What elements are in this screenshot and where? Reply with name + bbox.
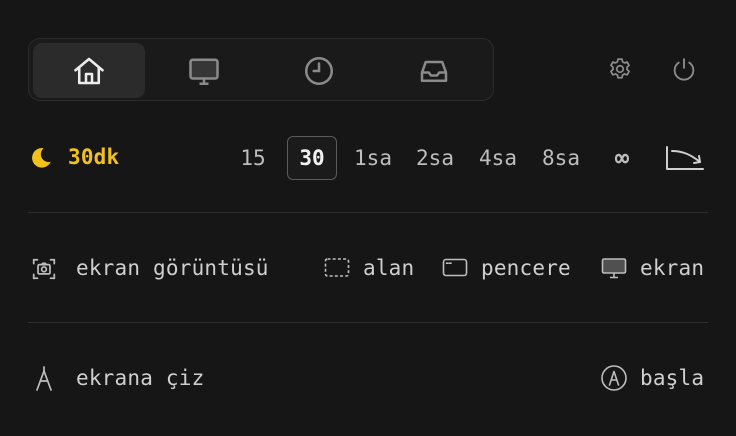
timer-option-infinite[interactable]: ∞ xyxy=(606,136,638,180)
capture-area-button[interactable]: alan xyxy=(324,250,418,286)
moon-icon xyxy=(28,145,54,171)
monitor-icon xyxy=(186,53,222,89)
capture-window-button[interactable]: pencere xyxy=(442,250,582,286)
tab-inbox[interactable] xyxy=(378,43,490,98)
window-icon xyxy=(442,257,468,279)
home-icon xyxy=(71,53,107,89)
timer-option-2sa[interactable]: 2sa xyxy=(412,136,458,180)
dashed-selection-icon xyxy=(324,257,350,279)
power-button[interactable] xyxy=(667,52,701,86)
clock-icon xyxy=(301,53,337,89)
timer-option-30[interactable]: 30 xyxy=(287,136,337,180)
tab-home[interactable] xyxy=(33,43,145,98)
draw-label: ekrana çiz xyxy=(76,366,205,390)
screenshot-label: ekran görüntüsü xyxy=(76,256,269,280)
timer-current: 30dk xyxy=(68,145,120,169)
capture-area-label: alan xyxy=(363,256,415,280)
capture-window-label: pencere xyxy=(481,256,571,280)
capture-screen-label: ekran xyxy=(640,256,705,280)
timer-row: 30dk 15 30 1sa 2sa 4sa 8sa ∞ xyxy=(28,136,708,180)
power-icon xyxy=(670,55,698,83)
divider xyxy=(28,212,708,213)
gear-icon xyxy=(606,55,634,83)
settings-button[interactable] xyxy=(603,52,637,86)
tab-history[interactable] xyxy=(263,43,375,98)
tab-bar xyxy=(28,38,494,101)
timer-option-15[interactable]: 15 xyxy=(233,136,273,180)
camera-icon xyxy=(31,256,57,282)
pen-circle-icon xyxy=(600,364,628,392)
tab-display[interactable] xyxy=(148,43,260,98)
capture-screen-button[interactable]: ekran xyxy=(601,250,708,286)
draw-row: ekrana çiz başla xyxy=(28,360,708,396)
app-panel: 30dk 15 30 1sa 2sa 4sa 8sa ∞ ekran görün… xyxy=(0,0,736,436)
draw-start-button[interactable]: başla xyxy=(600,360,708,396)
screenshot-row: ekran görüntüsü alan pencere ekran xyxy=(28,250,708,286)
timer-option-8sa[interactable]: 8sa xyxy=(538,136,584,180)
inbox-tray-icon xyxy=(416,53,452,89)
monitor-icon xyxy=(601,257,627,279)
compass-pen-icon xyxy=(32,365,56,393)
divider xyxy=(28,322,708,323)
trend-down-arrow-icon[interactable] xyxy=(664,144,706,172)
timer-option-4sa[interactable]: 4sa xyxy=(475,136,521,180)
draw-start-label: başla xyxy=(640,366,705,390)
timer-option-1sa[interactable]: 1sa xyxy=(350,136,396,180)
